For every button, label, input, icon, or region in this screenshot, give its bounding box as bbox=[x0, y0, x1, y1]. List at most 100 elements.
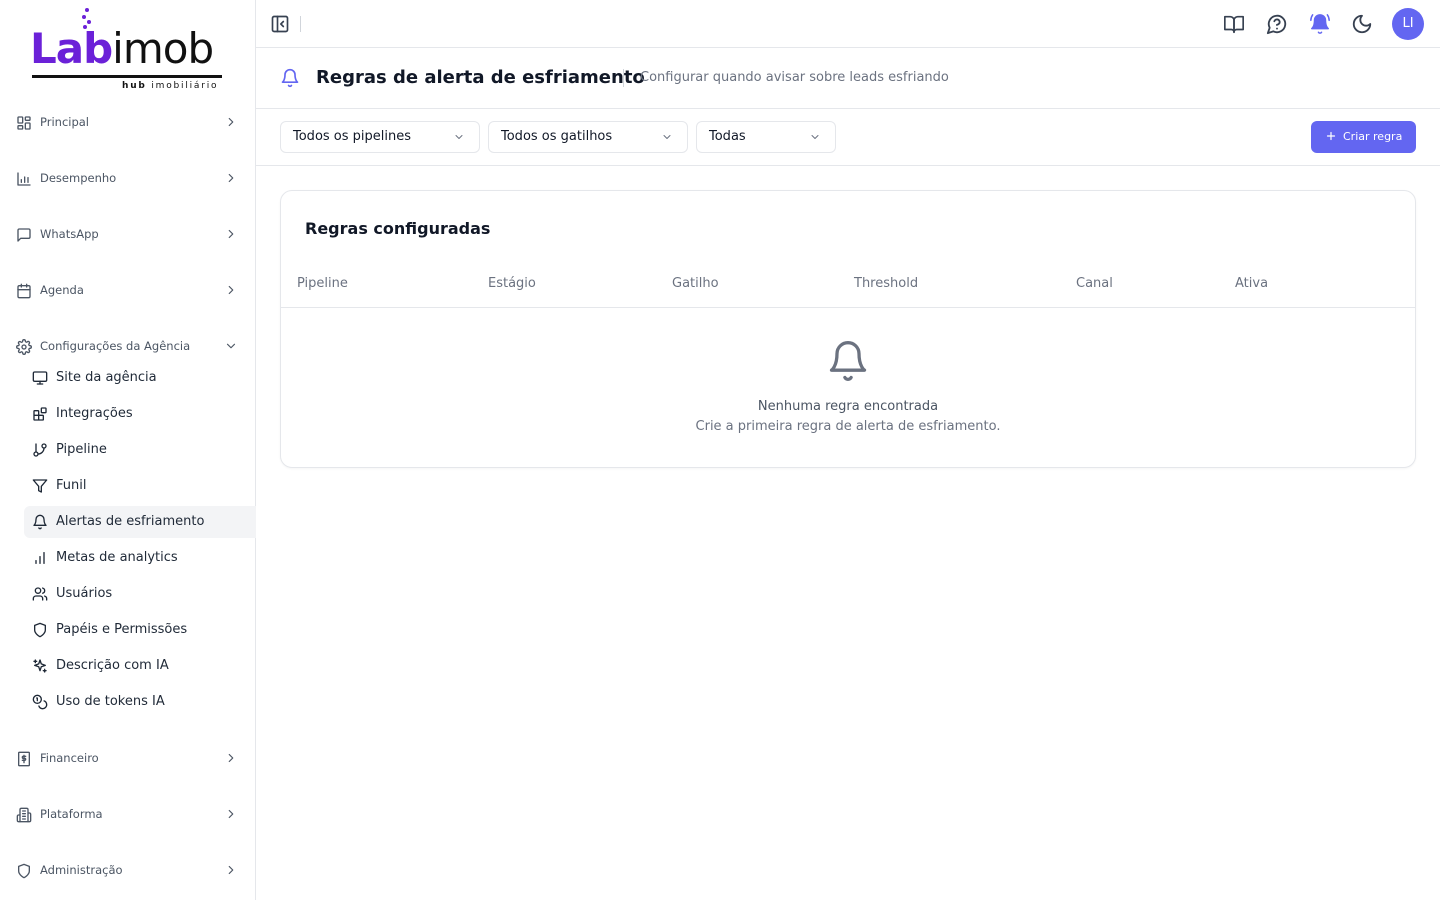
sidebar-group-label: Desempenho bbox=[40, 171, 117, 185]
sidebar-item-label: Metas de analytics bbox=[56, 550, 178, 565]
shield-icon bbox=[18, 863, 30, 879]
message-square-icon bbox=[17, 228, 31, 242]
page-subtitle: Configurar quando avisar sobre leads esf… bbox=[640, 70, 949, 85]
sidebar-group-label: Financeiro bbox=[40, 751, 99, 765]
receipt-icon bbox=[18, 751, 30, 767]
status-filter-select[interactable]: Todas bbox=[696, 121, 836, 153]
sidebar-group-financeiro[interactable]: Financeiro bbox=[0, 740, 256, 776]
bell-ring-icon[interactable] bbox=[1309, 13, 1331, 35]
chevron-down-icon bbox=[226, 343, 236, 349]
brand-logo[interactable]: Labimob hub imobiliário bbox=[30, 6, 226, 94]
bell-icon bbox=[281, 68, 299, 88]
building-icon bbox=[16, 807, 32, 823]
coins-icon bbox=[32, 694, 48, 710]
bell-icon bbox=[829, 341, 867, 381]
moon-icon[interactable] bbox=[1351, 13, 1373, 35]
table-header: Pipeline Estágio Gatilho Threshold Canal… bbox=[281, 263, 1415, 308]
chevron-down-icon bbox=[663, 135, 671, 139]
monitor-icon bbox=[32, 371, 48, 385]
logo-imob: imob bbox=[112, 24, 214, 73]
sidebar-group-principal[interactable]: Principal bbox=[0, 104, 256, 140]
bell-icon bbox=[33, 514, 47, 530]
sidebar-item-label: Alertas de esfriamento bbox=[56, 514, 205, 529]
git-branch-icon bbox=[33, 443, 47, 457]
column-header-threshold: Threshold bbox=[854, 276, 919, 291]
chevron-down-icon bbox=[455, 135, 463, 139]
sidebar-group-whatsapp[interactable]: WhatsApp bbox=[0, 216, 256, 252]
empty-state-subtitle: Crie a primeira regra de alerta de esfri… bbox=[695, 419, 1001, 434]
book-open-icon[interactable] bbox=[1223, 13, 1245, 35]
sidebar-item-uso-de-tokens-ia[interactable]: Uso de tokens IA bbox=[24, 686, 256, 718]
top-bar-divider bbox=[300, 16, 301, 32]
layout-grid-icon bbox=[17, 116, 31, 130]
column-header-canal: Canal bbox=[1076, 276, 1113, 291]
sidebar-group-plataforma[interactable]: Plataforma bbox=[0, 796, 256, 832]
sidebar-group-agenda[interactable]: Agenda bbox=[0, 272, 256, 308]
sidebar-group-label: Principal bbox=[40, 115, 90, 129]
logo-tagline-rest: imobiliário bbox=[151, 81, 219, 91]
sidebar-item-label: Uso de tokens IA bbox=[56, 694, 165, 709]
filter-icon bbox=[32, 479, 48, 493]
chevron-right-icon bbox=[228, 173, 234, 183]
column-header-pipeline: Pipeline bbox=[297, 276, 348, 291]
column-header-estagio: Estágio bbox=[488, 276, 536, 291]
sidebar-item-papeis-e-permissoes[interactable]: Papéis e Permissões bbox=[24, 614, 256, 646]
card-title: Regras configuradas bbox=[305, 219, 491, 238]
rules-card: Regras configuradas Pipeline Estágio Gat… bbox=[280, 190, 1416, 468]
sidebar-group-desempenho[interactable]: Desempenho bbox=[0, 160, 256, 196]
panel-left-icon[interactable] bbox=[270, 14, 290, 34]
sidebar-item-usuarios[interactable]: Usuários bbox=[24, 578, 256, 610]
sidebar-item-label: Papéis e Permissões bbox=[56, 622, 188, 637]
sidebar-group-label: Plataforma bbox=[40, 807, 103, 821]
select-value: Todos os pipelines bbox=[293, 129, 412, 144]
top-bar: LI bbox=[256, 0, 1440, 48]
sidebar-item-site-da-agencia[interactable]: Site da agência bbox=[24, 362, 256, 394]
logo-underline bbox=[32, 75, 222, 78]
sparkles-icon bbox=[33, 659, 47, 673]
sidebar-item-pipeline[interactable]: Pipeline bbox=[24, 434, 256, 466]
sidebar: Labimob hub imobiliário Principal Desemp… bbox=[0, 0, 256, 900]
calendar-icon bbox=[17, 283, 31, 299]
chevron-right-icon bbox=[228, 117, 234, 127]
user-avatar[interactable]: LI bbox=[1392, 8, 1424, 40]
chevron-right-icon bbox=[228, 285, 234, 295]
bar-chart-icon bbox=[17, 172, 31, 186]
help-circle-icon[interactable] bbox=[1266, 13, 1288, 35]
logo-lab: Lab bbox=[30, 24, 113, 73]
sidebar-item-label: Funil bbox=[56, 478, 87, 493]
blocks-icon bbox=[33, 407, 47, 421]
page-header: Regras de alerta de esfriamento Configur… bbox=[256, 48, 1440, 109]
empty-state-title: Nenhuma regra encontrada bbox=[757, 399, 939, 414]
sidebar-group-label: Agenda bbox=[40, 283, 84, 297]
sidebar-group-configuracoes[interactable]: Configurações da Agência bbox=[0, 328, 256, 364]
chevron-right-icon bbox=[228, 229, 234, 239]
sidebar-item-label: Integrações bbox=[56, 406, 133, 421]
sidebar-group-administracao[interactable]: Administração bbox=[0, 852, 256, 888]
pipeline-filter-select[interactable]: Todos os pipelines bbox=[280, 121, 480, 153]
chevron-down-icon bbox=[811, 135, 819, 139]
create-rule-button[interactable]: Criar regra bbox=[1311, 121, 1416, 153]
header-divider bbox=[623, 69, 624, 87]
sidebar-group-label: WhatsApp bbox=[40, 227, 99, 241]
sidebar-group-label: Administração bbox=[40, 863, 123, 877]
sidebar-item-label: Descrição com IA bbox=[56, 658, 169, 673]
logo-wordmark: Labimob bbox=[30, 24, 214, 73]
sidebar-item-label: Site da agência bbox=[56, 370, 157, 385]
sidebar-item-funil[interactable]: Funil bbox=[24, 470, 256, 502]
chevron-right-icon bbox=[228, 753, 234, 763]
sidebar-item-label: Usuários bbox=[56, 586, 113, 601]
users-icon bbox=[32, 587, 48, 601]
sidebar-item-metas-de-analytics[interactable]: Metas de analytics bbox=[24, 542, 256, 574]
chevron-right-icon bbox=[228, 809, 234, 819]
logo-tagline: hub imobiliário bbox=[122, 81, 218, 91]
sidebar-item-integracoes[interactable]: Integrações bbox=[24, 398, 256, 430]
page-title: Regras de alerta de esfriamento bbox=[316, 67, 645, 88]
create-rule-label: Criar regra bbox=[1343, 130, 1403, 143]
sidebar-item-descricao-com-ia[interactable]: Descrição com IA bbox=[24, 650, 256, 682]
filter-bar: Todos os pipelines Todos os gatilhos Tod… bbox=[256, 109, 1440, 166]
sidebar-group-label: Configurações da Agência bbox=[40, 339, 191, 353]
sidebar-item-label: Pipeline bbox=[56, 442, 107, 457]
sidebar-item-alertas-de-esfriamento[interactable]: Alertas de esfriamento bbox=[24, 506, 256, 538]
column-header-gatilho: Gatilho bbox=[672, 276, 719, 291]
trigger-filter-select[interactable]: Todos os gatilhos bbox=[488, 121, 688, 153]
